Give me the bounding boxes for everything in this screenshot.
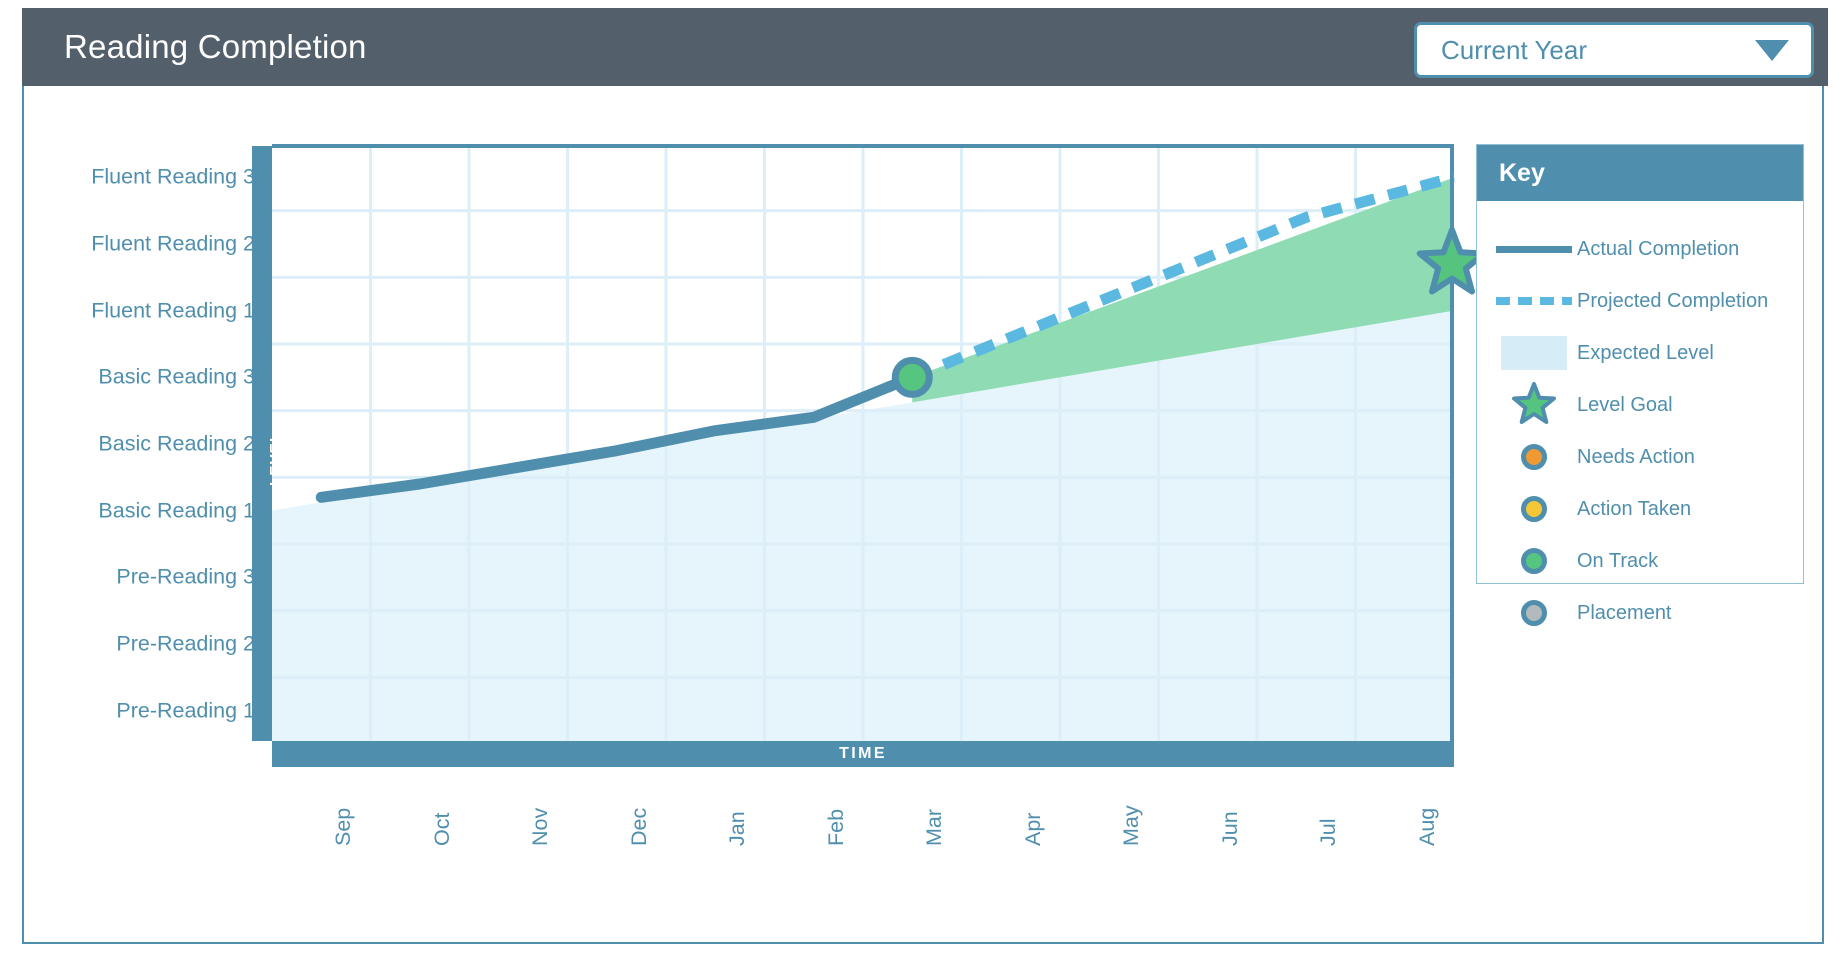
on-track-data-point[interactable] (891, 356, 933, 398)
key-item: Needs Action (1477, 431, 1803, 483)
x-axis-tick-label: Sep (331, 807, 356, 846)
status-dot-icon (1521, 548, 1547, 574)
status-dot-icon (1521, 600, 1547, 626)
status-dot-icon (1521, 496, 1547, 522)
key-swatch-dot (1491, 548, 1577, 574)
key-swatch-dot (1491, 600, 1577, 626)
year-select-value: Current Year (1441, 34, 1587, 65)
x-axis-tick-label: Nov (528, 807, 553, 846)
key-swatch-dot (1491, 496, 1577, 522)
status-dot-icon (1521, 444, 1547, 470)
key-item: Placement (1477, 587, 1803, 639)
y-axis-tick-label: Fluent Reading 1 (91, 298, 255, 323)
star-icon (1512, 382, 1556, 424)
x-axis-tick-label: Feb (823, 808, 848, 846)
reading-completion-card: Reading Completion Current Year Pre-Read… (22, 8, 1828, 944)
year-select[interactable]: Current Year (1414, 22, 1814, 78)
x-axis-tick-label: Dec (626, 807, 651, 846)
key-title: Key (1499, 158, 1545, 187)
solid-line-icon (1496, 245, 1572, 253)
key-item-label: Level Goal (1577, 393, 1673, 416)
area-swatch-icon (1501, 336, 1567, 370)
key-swatch-star (1491, 381, 1577, 429)
key-swatch-solid-line (1491, 245, 1577, 253)
key-item-label: On Track (1577, 549, 1659, 572)
y-axis-tick-label: Pre-Reading 1 (116, 698, 255, 723)
key-item-label: Actual Completion (1577, 237, 1740, 260)
y-axis-tick-label: Basic Reading 1 (98, 498, 255, 523)
x-axis-tick-label: Jan (725, 811, 750, 846)
key-swatch-area (1491, 336, 1577, 370)
dashed-line-icon (1496, 297, 1572, 305)
x-axis-bar: TIME (272, 741, 1454, 767)
key-list: Actual Completion Projected Completion Exp… (1477, 201, 1803, 639)
chevron-down-icon (1755, 39, 1789, 61)
key-item: On Track (1477, 535, 1803, 587)
y-axis-tick-label: Fluent Reading 2 (91, 231, 255, 256)
x-axis-tick-label: Oct (429, 812, 454, 846)
chart-plot (272, 144, 1488, 744)
x-axis-tick-label: Mar (922, 808, 947, 846)
y-axis-tick-label: Basic Reading 2 (98, 431, 255, 456)
x-axis-tick-label: Aug (1414, 807, 1439, 846)
key-item-label: Action Taken (1577, 497, 1692, 520)
y-axis-labels: Pre-Reading 1 Pre-Reading 2 Pre-Reading 3 B… (24, 86, 269, 942)
key-item-label: Needs Action (1577, 445, 1695, 468)
x-axis-title: TIME (839, 745, 887, 762)
chart-area: Pre-Reading 1 Pre-Reading 2 Pre-Reading 3 B… (24, 86, 1822, 942)
x-axis-tick-label: Apr (1020, 812, 1045, 846)
key-item: Action Taken (1477, 483, 1803, 535)
key-item: Actual Completion (1477, 223, 1803, 275)
key-header: Key (1477, 145, 1803, 201)
key-item-label: Expected Level (1577, 341, 1714, 364)
x-axis-tick-label: Jun (1217, 811, 1242, 846)
key-swatch-dashed-line (1491, 297, 1577, 305)
x-axis-tick-label: Jul (1316, 818, 1341, 846)
key-item-label: Placement (1577, 601, 1672, 624)
key-panel: Key Actual Completion Projected Completio… (1476, 144, 1804, 626)
y-axis-tick-label: Basic Reading 3 (98, 364, 255, 389)
y-axis-tick-label: Fluent Reading 3 (91, 164, 255, 189)
key-item: Level Goal (1477, 379, 1803, 431)
y-axis-tick-label: Pre-Reading 2 (116, 631, 255, 656)
card-header: Reading Completion Current Year (22, 8, 1828, 86)
key-swatch-dot (1491, 444, 1577, 470)
y-axis-tick-label: Pre-Reading 3 (116, 564, 255, 589)
key-item-label: Projected Completion (1577, 289, 1769, 312)
page-title: Reading Completion (64, 28, 367, 65)
key-item: Expected Level (1477, 327, 1803, 379)
key-item: Projected Completion (1477, 275, 1803, 327)
x-axis-tick-label: May (1119, 805, 1144, 846)
